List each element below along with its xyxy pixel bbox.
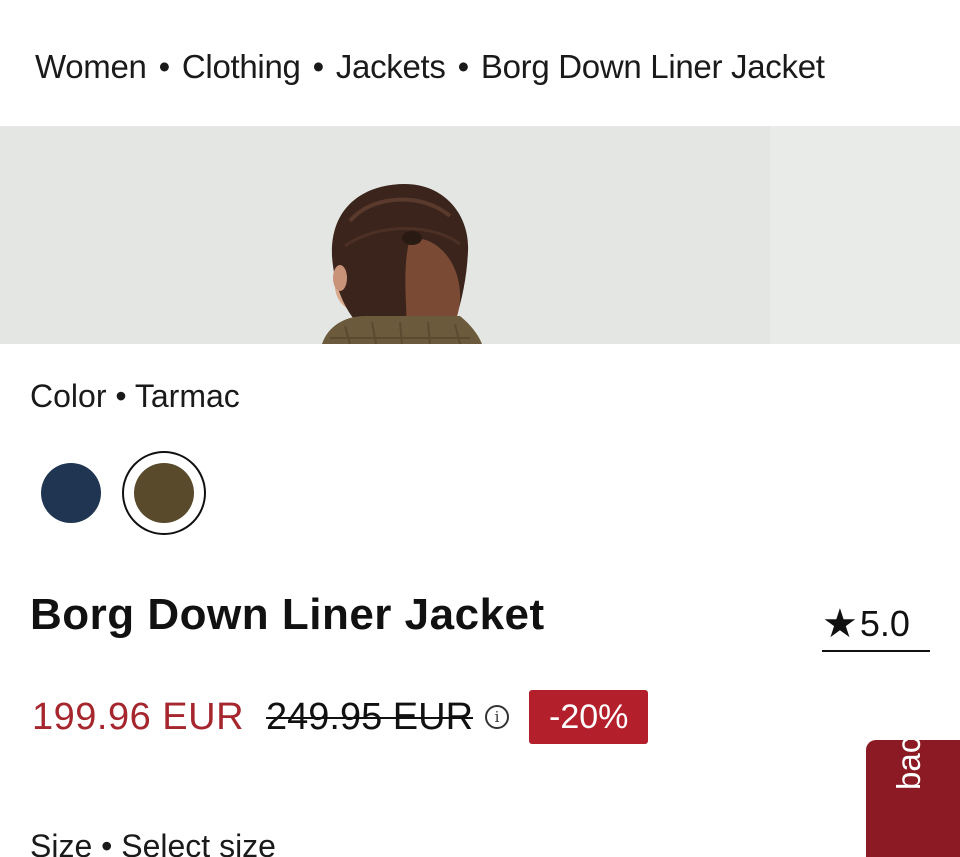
size-value: Select size: [121, 828, 276, 857]
color-swatch-navy[interactable]: [41, 463, 101, 523]
size-label-separator: •: [101, 828, 113, 857]
feedback-tab-label: back: [890, 740, 927, 790]
color-label: Color • Tarmac: [30, 378, 240, 415]
original-price: 249.95 EUR: [266, 695, 474, 738]
sale-price: 199.96 EUR: [32, 695, 245, 738]
breadcrumb-separator: •: [457, 48, 470, 85]
breadcrumb: Women • Clothing • Jackets • Borg Down Liner J…: [35, 48, 825, 86]
color-swatch-tarmac[interactable]: [122, 451, 206, 535]
price-row: 199.96 EUR 249.95 EUR i -20%: [32, 690, 649, 744]
breadcrumb-separator: •: [158, 48, 171, 85]
star-icon: ★: [822, 602, 858, 646]
color-label-separator: •: [115, 378, 127, 414]
color-swatch-tarmac-fill: [134, 463, 194, 523]
breadcrumb-item-current: Borg Down Liner Jacket: [480, 48, 825, 85]
rating-link[interactable]: ★ 5.0: [822, 598, 930, 652]
selected-color-name: Tarmac: [134, 378, 240, 414]
breadcrumb-separator: •: [312, 48, 325, 85]
color-label-text: Color: [30, 378, 107, 414]
model-head-illustration: [322, 184, 482, 344]
breadcrumb-item-women[interactable]: Women: [35, 48, 147, 85]
rating-value: 5.0: [859, 603, 910, 644]
breadcrumb-item-clothing[interactable]: Clothing: [182, 48, 301, 85]
size-label-text: Size: [30, 828, 93, 857]
product-title: Borg Down Liner Jacket: [30, 590, 545, 639]
discount-badge: -20%: [529, 690, 649, 744]
feedback-tab[interactable]: back: [866, 740, 960, 857]
info-icon[interactable]: i: [485, 705, 510, 729]
breadcrumb-item-jackets[interactable]: Jackets: [336, 48, 446, 85]
size-selector[interactable]: Size • Select size: [30, 828, 276, 857]
product-image[interactable]: [0, 126, 960, 344]
